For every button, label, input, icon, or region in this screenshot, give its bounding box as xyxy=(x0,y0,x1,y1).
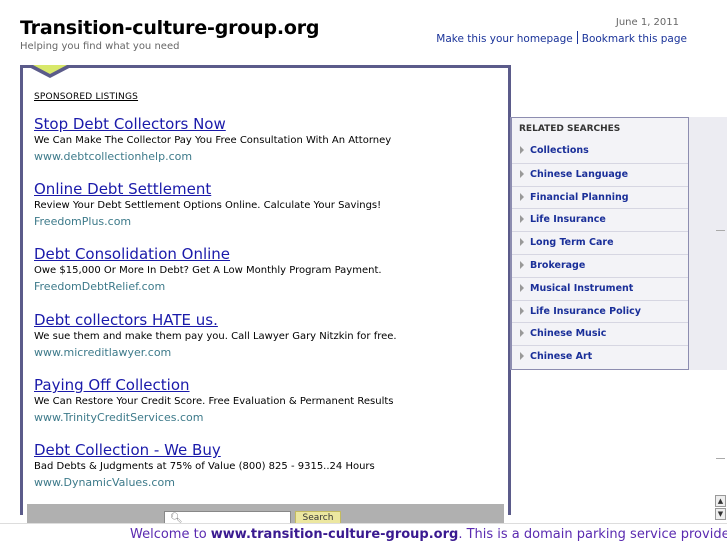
related-search-label: Financial Planning xyxy=(530,191,629,203)
related-search-link[interactable]: Chinese Music xyxy=(512,322,688,345)
listing-description: We sue them and make them pay you. Call … xyxy=(34,331,397,342)
listing-url-link[interactable]: www.TrinityCreditServices.com xyxy=(34,410,494,425)
scroll-grip xyxy=(716,230,725,242)
listing-url-link[interactable]: www.DynamicValues.com xyxy=(34,475,494,490)
tagline: Helping you find what you need xyxy=(20,41,180,52)
triangle-right-icon xyxy=(520,329,524,338)
listing-url-link[interactable]: www.micreditlawyer.com xyxy=(34,345,494,360)
sponsored-listings-panel: SPONSORED LISTINGS Stop Debt Collectors … xyxy=(20,65,511,526)
link-separator xyxy=(576,31,578,44)
related-search-link[interactable]: Financial Planning xyxy=(512,185,688,209)
related-search-link[interactable]: Chinese Art xyxy=(512,345,688,368)
scroll-up-icon[interactable]: ▲ xyxy=(715,495,726,507)
related-search-link[interactable]: Brokerage xyxy=(512,253,688,277)
related-search-label: Chinese Music xyxy=(530,328,607,340)
related-search-link[interactable]: Chinese Language xyxy=(512,162,688,186)
related-search-label: Life Insurance Policy xyxy=(530,305,641,317)
listing-description: Review Your Debt Settlement Options Onli… xyxy=(34,200,382,211)
listing-title-link[interactable]: Stop Debt Collectors Now xyxy=(34,115,494,133)
scroll-grip xyxy=(716,458,725,470)
related-search-label: Collections xyxy=(530,145,589,156)
triangle-right-icon xyxy=(520,283,524,292)
related-search-label: Long Term Care xyxy=(530,237,614,249)
make-homepage-link[interactable]: Make this your homepage xyxy=(436,33,572,45)
listing-title-link[interactable]: Paying Off Collection xyxy=(34,376,494,394)
listing-description: We Can Make The Collector Pay You Free C… xyxy=(34,135,392,146)
listing-url-link[interactable]: FreedomDebtRelief.com xyxy=(34,279,494,294)
listing-title-link[interactable]: Debt Collection - We Buy xyxy=(34,441,494,459)
related-search-link[interactable]: Life Insurance xyxy=(512,208,688,231)
listing: Online Debt Settlement Review Your Debt … xyxy=(34,180,494,229)
listing-description: Bad Debts & Judgments at 75% of Value (8… xyxy=(34,461,375,472)
related-search-label: Chinese Language xyxy=(530,168,629,180)
triangle-right-icon xyxy=(520,306,524,315)
footer-suffix: . This is a domain parking service provi… xyxy=(458,527,727,542)
related-search-label: Chinese Art xyxy=(530,351,593,363)
triangle-right-icon xyxy=(520,238,524,247)
triangle-right-icon xyxy=(520,146,524,154)
site-title: Transition-culture-group.org xyxy=(20,17,320,39)
triangle-right-icon xyxy=(520,260,524,269)
listing-title-link[interactable]: Online Debt Settlement xyxy=(34,180,494,198)
listing: Debt Collection - We Buy Bad Debts & Jud… xyxy=(34,441,494,490)
header-links: Make this your homepage Bookmark this pag… xyxy=(436,31,687,45)
related-search-link[interactable]: Long Term Care xyxy=(512,231,688,254)
triangle-right-icon xyxy=(520,352,524,361)
listing-title-link[interactable]: Debt Consolidation Online xyxy=(34,245,494,263)
related-search-link[interactable]: Life Insurance Policy xyxy=(512,299,688,323)
listing-url-link[interactable]: FreedomPlus.com xyxy=(34,214,494,229)
listing-url-link[interactable]: www.debtcollectionhelp.com xyxy=(34,149,494,164)
panel-arrow-icon xyxy=(25,65,75,78)
related-searches-list: Collections Chinese Language Financial P… xyxy=(512,140,688,368)
listing-description: Owe $15,000 Or More In Debt? Get A Low M… xyxy=(34,265,382,276)
scrollbar[interactable]: ▲ ▼ xyxy=(714,0,727,545)
related-search-label: Life Insurance xyxy=(530,214,606,226)
footer-prefix: Welcome to xyxy=(130,527,211,542)
footer-banner: Welcome to www.transition-culture-group.… xyxy=(0,523,727,545)
related-search-link[interactable]: Musical Instrument xyxy=(512,276,688,300)
listing-description: We Can Restore Your Credit Score. Free E… xyxy=(34,396,394,407)
triangle-right-icon xyxy=(520,192,524,201)
scroll-down-icon[interactable]: ▼ xyxy=(715,508,726,520)
triangle-right-icon xyxy=(520,215,524,224)
listing-title-link[interactable]: Debt collectors HATE us. xyxy=(34,311,494,329)
bookmark-link[interactable]: Bookmark this page xyxy=(582,33,687,45)
date-label: June 1, 2011 xyxy=(615,17,679,28)
search-bar: 🔍︎ Search xyxy=(27,504,504,526)
related-searches-panel: RELATED SEARCHES Collections Chinese Lan… xyxy=(510,117,689,370)
related-search-link[interactable]: Collections xyxy=(512,140,688,163)
triangle-right-icon xyxy=(520,169,524,178)
related-searches-title: RELATED SEARCHES xyxy=(519,124,621,134)
listing: Debt collectors HATE us. We sue them and… xyxy=(34,311,494,360)
listing: Paying Off Collection We Can Restore You… xyxy=(34,376,494,425)
footer-domain: www.transition-culture-group.org xyxy=(210,527,459,542)
related-search-label: Musical Instrument xyxy=(530,282,634,294)
related-search-label: Brokerage xyxy=(530,259,586,271)
listing: Debt Consolidation Online Owe $15,000 Or… xyxy=(34,245,494,294)
listing: Stop Debt Collectors Now We Can Make The… xyxy=(34,115,494,164)
sponsored-label: SPONSORED LISTINGS xyxy=(34,92,139,102)
